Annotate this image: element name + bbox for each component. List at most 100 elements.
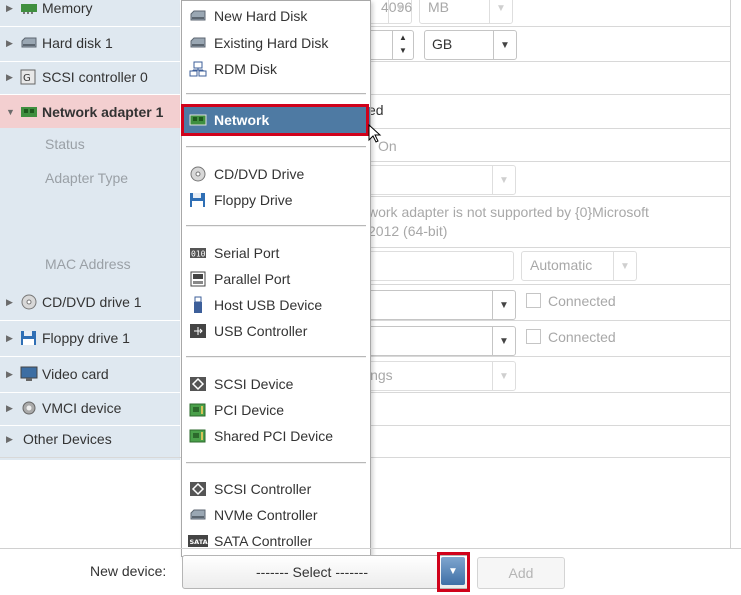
menu-separator: [186, 356, 366, 358]
menu-item-sata-controller[interactable]: SATA SATA Controller: [182, 528, 370, 554]
chevron-down-icon[interactable]: ▼: [613, 252, 636, 280]
menu-item-label: Parallel Port: [214, 271, 291, 287]
hard-disk-unit-select[interactable]: GB ▼: [424, 30, 517, 60]
cd-dvd-source-select[interactable]: ▼: [360, 290, 516, 320]
menu-separator: [186, 93, 366, 95]
menu-item-usb-controller[interactable]: USB Controller: [182, 318, 370, 344]
menu-item-parallel-port[interactable]: Parallel Port: [182, 266, 370, 292]
hard-disk-icon: [188, 34, 208, 52]
menu-item-existing-hard-disk[interactable]: Existing Hard Disk: [182, 30, 370, 56]
expand-arrow-icon[interactable]: ▶: [6, 369, 14, 380]
device-row-other-devices[interactable]: ▶ Other Devices: [0, 423, 180, 455]
panel-border: [730, 0, 731, 548]
floppy-icon: [188, 191, 208, 209]
size-stepper[interactable]: ▲ ▼: [392, 31, 413, 59]
adapter-type-select[interactable]: ▼: [360, 165, 516, 195]
expand-arrow-icon[interactable]: ▶: [6, 333, 14, 344]
chevron-down-icon[interactable]: ▼: [492, 327, 515, 355]
menu-item-label: Host USB Device: [214, 297, 323, 313]
expand-arrow-icon[interactable]: ▶: [6, 72, 14, 83]
mac-mode-text: Automatic: [530, 257, 593, 273]
chevron-down-icon[interactable]: ▼: [492, 166, 515, 194]
grid-line: [368, 161, 730, 162]
menu-item-floppy-drive[interactable]: Floppy Drive: [182, 187, 370, 213]
mac-mode-select[interactable]: Automatic ▼: [521, 251, 637, 281]
menu-item-rdm-disk[interactable]: RDM Disk: [182, 56, 370, 82]
chevron-down-icon[interactable]: ▼: [493, 31, 516, 59]
floppy-source-select[interactable]: ▼: [360, 326, 516, 356]
chevron-down-icon[interactable]: ▼: [489, 0, 512, 23]
device-row-scsi-controller[interactable]: ▶ G SCSI controller 0: [0, 61, 180, 93]
menu-separator: [186, 146, 366, 148]
cd-connected-checkbox[interactable]: [526, 293, 541, 308]
svg-text:G: G: [23, 73, 31, 84]
device-row-hard-disk[interactable]: ▶ Hard disk 1: [0, 27, 180, 59]
menu-item-scsi-controller[interactable]: SCSI Controller: [182, 476, 370, 502]
add-button[interactable]: Add: [477, 557, 565, 589]
menu-item-cd-dvd-drive[interactable]: CD/DVD Drive: [182, 161, 370, 187]
grid-line: [368, 196, 730, 197]
menu-item-host-usb-device[interactable]: Host USB Device: [182, 292, 370, 318]
menu-item-serial-port[interactable]: 010 Serial Port: [182, 240, 370, 266]
chevron-down-icon[interactable]: ▼: [388, 0, 411, 23]
vmci-icon: [20, 400, 38, 416]
expand-arrow-icon[interactable]: ▶: [6, 297, 14, 308]
device-label: VMCI device: [42, 400, 122, 416]
hard-disk-icon: [188, 7, 208, 25]
nvme-controller-icon: [188, 506, 208, 524]
grid-line: [368, 247, 730, 248]
new-device-select[interactable]: ------- Select -------: [182, 555, 470, 589]
device-label: CD/DVD drive 1: [42, 294, 142, 310]
device-label: Floppy drive 1: [42, 330, 130, 346]
dropdown-arrow-annotation: [437, 552, 470, 592]
menu-item-new-hard-disk[interactable]: New Hard Disk: [182, 3, 370, 29]
serial-port-icon: 010: [188, 244, 208, 262]
mac-address-label: MAC Address: [45, 256, 131, 272]
device-row-vmci[interactable]: ▶ VMCI device: [0, 392, 180, 424]
menu-item-label: USB Controller: [214, 323, 308, 339]
memory-unit-select[interactable]: MB ▼: [419, 0, 513, 24]
device-label: Video card: [42, 366, 109, 382]
device-row-video-card[interactable]: ▶ Video card: [0, 358, 180, 390]
menu-item-label: SCSI Controller: [214, 481, 312, 497]
device-label: Memory: [42, 0, 93, 16]
menu-item-label: Serial Port: [214, 245, 280, 261]
grid-line: [368, 61, 730, 62]
cd-connected-label: Connected: [548, 293, 616, 309]
floppy-connected-label: Connected: [548, 329, 616, 345]
hard-disk-icon: [20, 35, 38, 51]
video-settings-select[interactable]: ings ▼: [360, 361, 516, 391]
adapter-warning-line1: work adapter is not supported by {0}Micr…: [368, 204, 649, 220]
memory-icon: [20, 0, 38, 16]
menu-item-label: SATA Controller: [214, 533, 313, 549]
device-row-memory[interactable]: ▶ Memory: [0, 0, 180, 24]
memory-unit-text: MB: [428, 0, 449, 15]
menu-item-shared-pci-device[interactable]: Shared PCI Device: [182, 423, 370, 449]
chevron-down-icon[interactable]: ▼: [492, 291, 515, 319]
expand-arrow-icon[interactable]: ▶: [6, 3, 14, 14]
network-adapter-icon: [20, 104, 38, 120]
menu-separator: [186, 225, 366, 227]
floppy-connected-checkbox[interactable]: [526, 329, 541, 344]
cd-dvd-icon: [188, 165, 208, 183]
expand-arrow-icon[interactable]: ▶: [6, 434, 14, 445]
collapse-arrow-icon[interactable]: ▼: [6, 107, 15, 117]
menu-item-pci-device[interactable]: PCI Device: [182, 397, 370, 423]
grid-line: [368, 356, 730, 357]
expand-arrow-icon[interactable]: ▶: [6, 38, 14, 49]
mac-address-field[interactable]: [360, 251, 514, 281]
device-row-network-adapter[interactable]: ▼ Network adapter 1: [0, 95, 180, 128]
menu-item-label: PCI Device: [214, 402, 285, 418]
expand-arrow-icon[interactable]: ▶: [6, 403, 14, 414]
grid-line: [368, 26, 730, 27]
device-label: Hard disk 1: [42, 35, 113, 51]
menu-item-nvme-controller[interactable]: NVMe Controller: [182, 502, 370, 528]
menu-item-label: New Hard Disk: [214, 8, 308, 24]
usb-device-icon: [188, 296, 208, 314]
menu-item-scsi-device[interactable]: SCSI Device: [182, 371, 370, 397]
device-row-floppy[interactable]: ▶ Floppy drive 1: [0, 322, 180, 354]
device-row-cd-dvd[interactable]: ▶ CD/DVD drive 1: [0, 286, 180, 318]
grid-line: [368, 392, 730, 393]
new-device-label: New device:: [90, 563, 167, 579]
chevron-down-icon[interactable]: ▼: [492, 362, 515, 390]
